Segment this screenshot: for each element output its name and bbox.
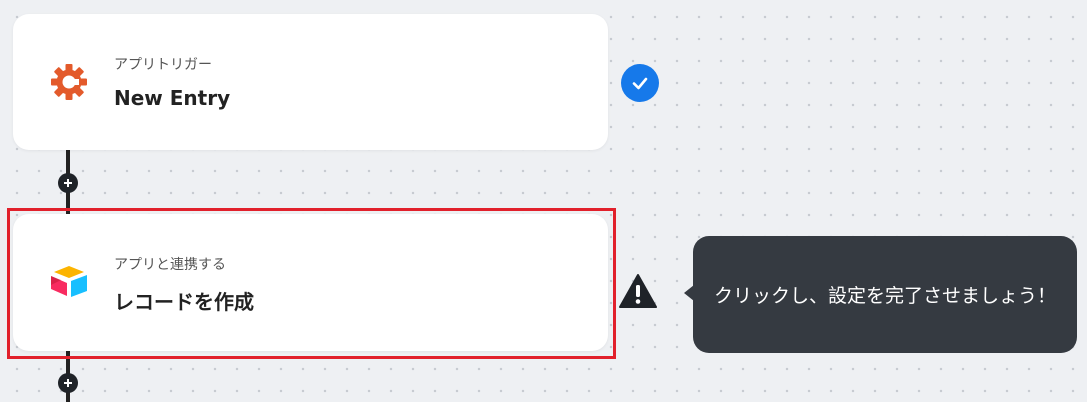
action-step-card[interactable]: アプリと連携する レコードを作成 <box>13 214 608 351</box>
setup-hint-tooltip: クリックし、設定を完了させましょう！ <box>693 236 1077 353</box>
warning-triangle-icon <box>619 273 657 309</box>
tooltip-text: クリックし、設定を完了させましょう！ <box>713 285 1056 307</box>
plus-icon <box>64 179 72 187</box>
trigger-step-card[interactable]: アプリトリガー New Entry <box>13 14 608 150</box>
cognito-forms-gear-icon <box>47 60 91 104</box>
step-title: レコードを作成 <box>114 290 254 314</box>
check-circle-icon <box>621 64 659 102</box>
add-step-button[interactable] <box>58 373 78 393</box>
step-type-label: アプリトリガー <box>114 57 212 73</box>
step-type-label: アプリと連携する <box>114 257 226 273</box>
add-step-button[interactable] <box>58 173 78 193</box>
step-title: New Entry <box>114 86 231 110</box>
plus-icon <box>64 379 72 387</box>
airtable-logo-icon <box>47 260 91 304</box>
